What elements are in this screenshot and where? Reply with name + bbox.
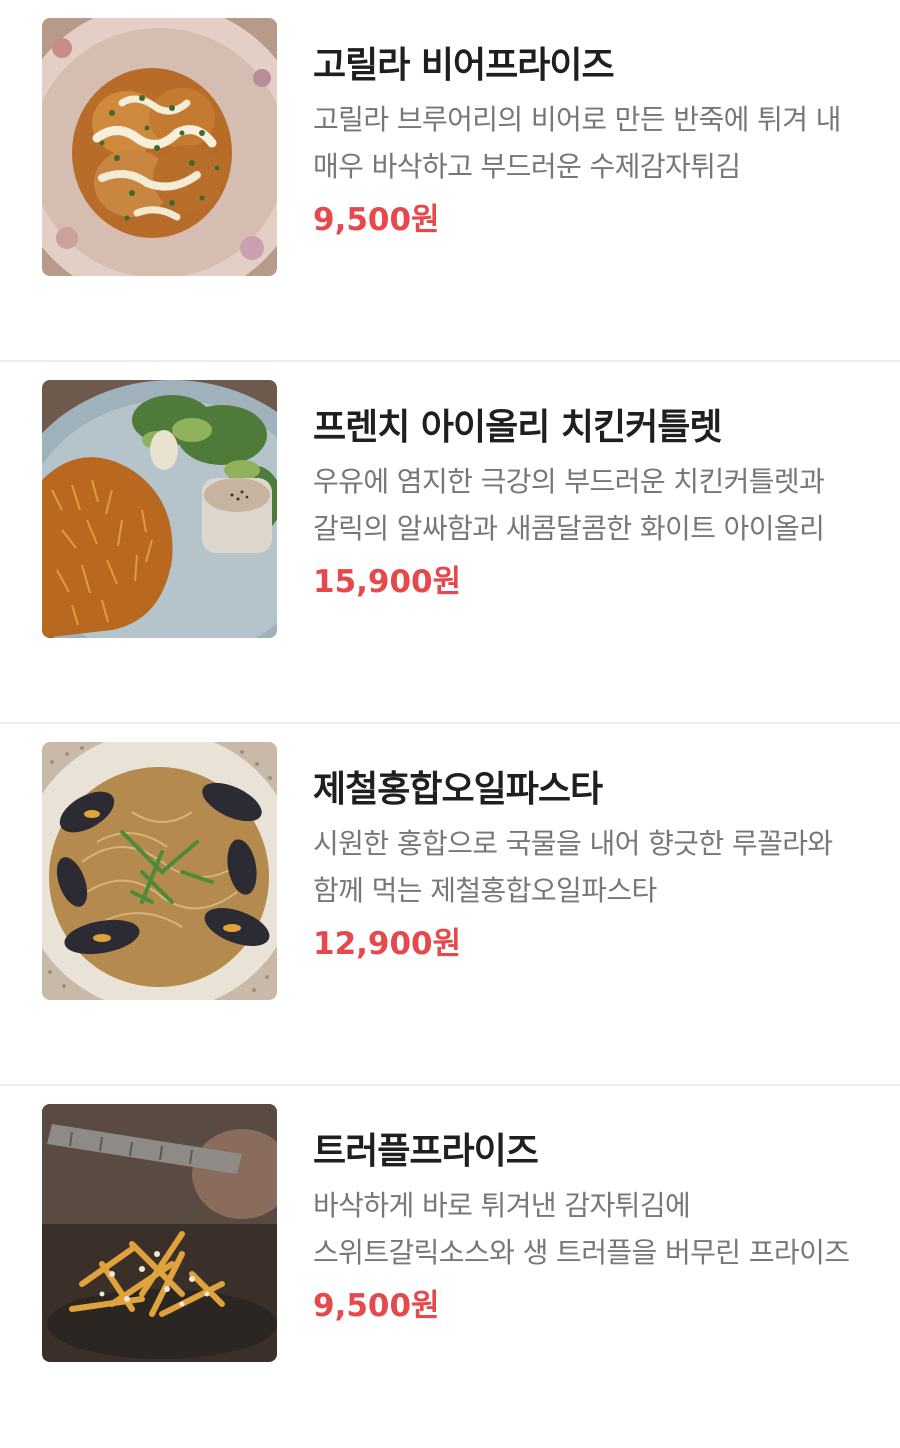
menu-item-mussel-pasta[interactable]: 제철홍합오일파스타 시원한 홍합으로 국물을 내어 향긋한 루꼴라와 함께 먹는… — [0, 724, 900, 1086]
menu-item-name[interactable]: 프렌치 아이올리 치킨커틀렛 — [313, 402, 869, 454]
mussel-pasta-photo[interactable] — [42, 742, 277, 1000]
menu-item-price: 9,500원 — [313, 1288, 440, 1324]
menu-item-description: 시원한 홍합으로 국물을 내어 향긋한 루꼴라와 함께 먹는 제철홍합오일파스타 — [313, 827, 833, 907]
menu-item-price: 12,900원 — [313, 926, 462, 962]
menu-item-name[interactable]: 트러플프라이즈 — [313, 1126, 869, 1178]
menu-item-chicken-cutlet[interactable]: 프렌치 아이올리 치킨커틀렛 우유에 염지한 극강의 부드러운 치킨커틀렛과 갈… — [0, 362, 900, 724]
menu-item-info: 트러플프라이즈 바삭하게 바로 튀겨낸 감자튀김에 스위트갈릭소스와 생 트러플… — [313, 1126, 869, 1328]
menu-item-name[interactable]: 제철홍합오일파스타 — [313, 764, 869, 816]
menu-item-truffle-fries[interactable]: 트러플프라이즈 바삭하게 바로 튀겨낸 감자튀김에 스위트갈릭소스와 생 트러플… — [0, 1086, 900, 1448]
chicken-cutlet-photo[interactable] — [42, 380, 277, 638]
menu-item-description: 우유에 염지한 극강의 부드러운 치킨커틀렛과 갈릭의 알싸함과 새콤달콤한 화… — [313, 465, 825, 545]
menu-item-info: 제철홍합오일파스타 시원한 홍합으로 국물을 내어 향긋한 루꼴라와 함께 먹는… — [313, 764, 869, 966]
menu-list: 고릴라 비어프라이즈 고릴라 브루어리의 비어로 만든 반죽에 튀겨 내 매우 … — [0, 0, 900, 1448]
menu-item-description: 고릴라 브루어리의 비어로 만든 반죽에 튀겨 내 매우 바삭하고 부드러운 수… — [313, 103, 841, 183]
menu-item-description: 바삭하게 바로 튀겨낸 감자튀김에 스위트갈릭소스와 생 트러플을 버무린 프라… — [313, 1189, 850, 1269]
menu-item-name[interactable]: 고릴라 비어프라이즈 — [313, 40, 869, 92]
menu-item-price: 15,900원 — [313, 564, 462, 600]
menu-item-beer-fries[interactable]: 고릴라 비어프라이즈 고릴라 브루어리의 비어로 만든 반죽에 튀겨 내 매우 … — [0, 0, 900, 362]
truffle-fries-photo[interactable] — [42, 1104, 277, 1362]
menu-item-info: 프렌치 아이올리 치킨커틀렛 우유에 염지한 극강의 부드러운 치킨커틀렛과 갈… — [313, 402, 869, 604]
menu-item-price: 9,500원 — [313, 202, 440, 238]
menu-item-info: 고릴라 비어프라이즈 고릴라 브루어리의 비어로 만든 반죽에 튀겨 내 매우 … — [313, 40, 869, 242]
beer-fries-photo[interactable] — [42, 18, 277, 276]
